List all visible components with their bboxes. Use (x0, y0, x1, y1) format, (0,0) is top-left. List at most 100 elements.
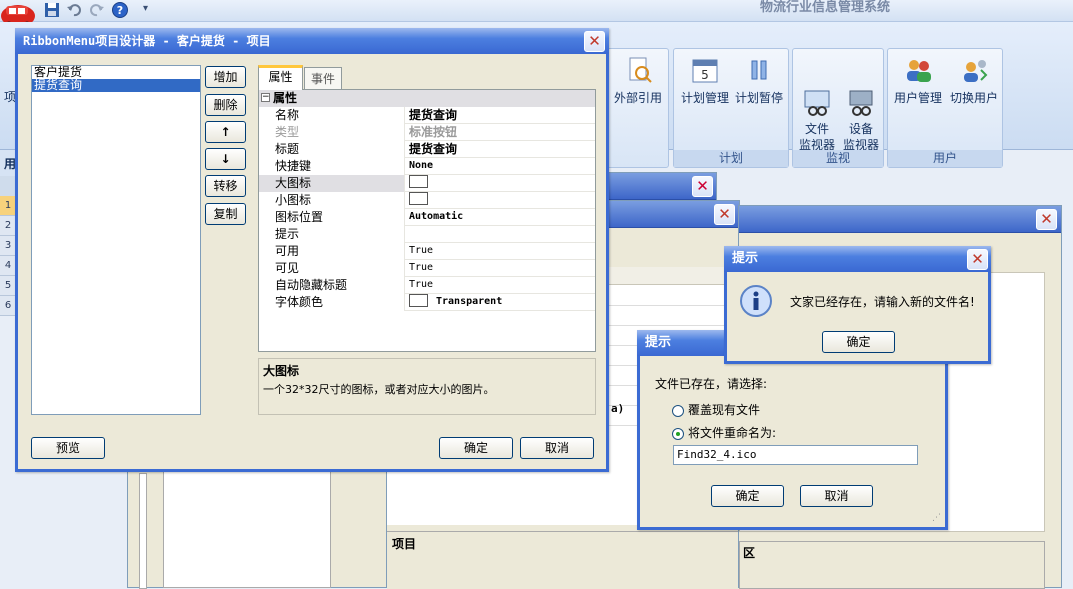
property-value[interactable]: 提货查询 (406, 141, 595, 158)
info-icon (739, 284, 773, 321)
background-cut-text: a) (611, 402, 625, 415)
file-exists-message: 文件已存在，请选择: (655, 377, 768, 391)
message-title-bar: 提示 (724, 246, 991, 272)
ok-button[interactable]: 确定 (439, 437, 513, 459)
row-number[interactable]: 3 (0, 236, 16, 256)
external-reference-button[interactable]: 外部引用 (612, 55, 664, 106)
row-number[interactable]: 6 (0, 296, 16, 316)
background-window-3-title (739, 206, 1061, 233)
file-monitor-button[interactable]: 文件 监视器 (795, 55, 839, 153)
user-management-button[interactable]: 用户管理 (890, 55, 946, 106)
tab-events[interactable]: 事件 (304, 67, 342, 89)
designer-title: RibbonMenu项目设计器 - 客户提货 - 项目 (23, 34, 271, 48)
device-monitor-button[interactable]: 设备 监视器 (839, 55, 883, 153)
property-row[interactable]: 大图标 (259, 174, 595, 192)
collapse-icon[interactable]: − (261, 93, 270, 102)
close-icon[interactable]: ✕ (714, 204, 735, 225)
calendar-icon: 5 (690, 55, 720, 85)
file-exists-title: 提示 (645, 335, 672, 350)
row-number[interactable]: 4 (0, 256, 16, 276)
background-scrollbar[interactable] (139, 473, 147, 589)
property-category[interactable]: − 属性 (259, 90, 595, 107)
property-value[interactable] (406, 226, 595, 243)
property-value[interactable]: 提货查询 (406, 107, 595, 124)
color-swatch-icon[interactable] (409, 293, 428, 307)
property-value[interactable] (406, 174, 595, 192)
property-name: 小图标 (259, 192, 405, 209)
move-down-button[interactable]: ↓ (205, 148, 246, 170)
plan-pause-button[interactable]: 计划暂停 (732, 55, 786, 106)
preview-button[interactable]: 预览 (31, 437, 105, 459)
close-icon[interactable]: ✕ (967, 249, 988, 270)
row-number[interactable]: 1 (0, 196, 16, 216)
property-row[interactable]: 标题 提货查询 (259, 141, 595, 158)
property-value[interactable]: True (406, 277, 595, 294)
description-text: 一个32*32尺寸的图标，或者对应大小的图片。 (263, 383, 495, 396)
close-icon[interactable]: ✕ (584, 31, 605, 52)
cancel-button[interactable]: 取消 (800, 485, 873, 507)
undo-icon[interactable] (66, 2, 82, 21)
cancel-button[interactable]: 取消 (520, 437, 594, 459)
move-up-button[interactable]: ↑ (205, 121, 246, 143)
property-value[interactable]: True (406, 260, 595, 277)
property-description-panel: 大图标 一个32*32尺寸的图标，或者对应大小的图片。 (258, 358, 596, 415)
rename-option[interactable]: 将文件重命名为: (672, 424, 776, 441)
item-list[interactable]: 客户提货 提货查询 (31, 65, 201, 415)
property-row[interactable]: 提示 (259, 226, 595, 243)
ok-button[interactable]: 确定 (711, 485, 784, 507)
delete-button[interactable]: 删除 (205, 94, 246, 116)
property-row[interactable]: 快捷键 None (259, 158, 595, 175)
property-row[interactable]: 类型 标准按钮 (259, 124, 595, 141)
switch-user-button[interactable]: 切换用户 (946, 55, 1002, 106)
close-icon[interactable]: ✕ (692, 176, 713, 197)
row-number[interactable]: 5 (0, 276, 16, 296)
list-item-selected[interactable]: 提货查询 (32, 79, 200, 92)
property-row[interactable]: 自动隐藏标题 True (259, 277, 595, 294)
rename-label: 将文件重命名为: (688, 426, 777, 440)
property-name: 可见 (259, 260, 405, 277)
background-bottom-label: 项目 (392, 537, 417, 551)
filename-input[interactable]: Find32_4.ico (673, 445, 918, 465)
property-value[interactable] (406, 191, 595, 209)
property-row[interactable]: 小图标 (259, 191, 595, 209)
ribbon-group-label-user: 用户 (888, 150, 1002, 167)
ok-button[interactable]: 确定 (822, 331, 895, 353)
resize-grip-icon[interactable]: ⋰ (932, 513, 941, 523)
overwrite-option[interactable]: 覆盖现有文件 (672, 401, 760, 418)
add-button[interactable]: 增加 (205, 66, 246, 88)
plan-management-button[interactable]: 5 计划管理 (678, 55, 732, 106)
app-title-bar: ? ▾ 物流行业信息管理系统 (0, 0, 1073, 29)
property-row[interactable]: 可用 True (259, 243, 595, 260)
property-row[interactable]: 字体颜色 Transparent (259, 293, 595, 311)
property-value-text: Transparent (436, 296, 503, 307)
device-monitor-icon (846, 71, 876, 116)
tab-properties[interactable]: 属性 (258, 65, 303, 90)
redo-icon[interactable] (89, 2, 105, 21)
help-icon[interactable]: ? (111, 1, 129, 22)
ribbon-menu-designer-dialog: RibbonMenu项目设计器 - 客户提货 - 项目 ✕ 客户提货 提货查询 … (15, 28, 609, 472)
property-name: 快捷键 (259, 158, 405, 175)
property-value[interactable]: 标准按钮 (406, 124, 595, 141)
color-swatch-icon[interactable] (409, 191, 428, 205)
copy-button[interactable]: 复制 (205, 203, 246, 225)
user-management-label: 用户管理 (893, 91, 942, 105)
row-number[interactable]: 2 (0, 216, 16, 236)
close-icon[interactable]: ✕ (1036, 209, 1057, 230)
property-value[interactable]: Automatic (406, 209, 595, 226)
color-swatch-icon[interactable] (409, 174, 428, 188)
rename-radio[interactable] (672, 427, 684, 440)
property-value[interactable]: True (406, 243, 595, 260)
overwrite-radio[interactable] (672, 404, 684, 417)
property-name: 可用 (259, 243, 405, 260)
property-value[interactable]: None (406, 158, 595, 175)
app-logo[interactable] (0, 0, 36, 29)
property-value[interactable]: Transparent (406, 293, 595, 311)
property-row[interactable]: 可见 True (259, 260, 595, 277)
property-name: 字体颜色 (259, 294, 405, 311)
property-row[interactable]: 名称 提货查询 (259, 107, 595, 124)
quick-access-dropdown-icon[interactable]: ▾ (143, 3, 148, 14)
property-row[interactable]: 图标位置 Automatic (259, 209, 595, 226)
transfer-button[interactable]: 转移 (205, 175, 246, 197)
save-icon[interactable] (44, 2, 60, 21)
property-grid: − 属性 名称 提货查询 类型 标准按钮 标题 提货查询 快捷键 None 大图标 小图标 图标位置… (258, 89, 596, 352)
